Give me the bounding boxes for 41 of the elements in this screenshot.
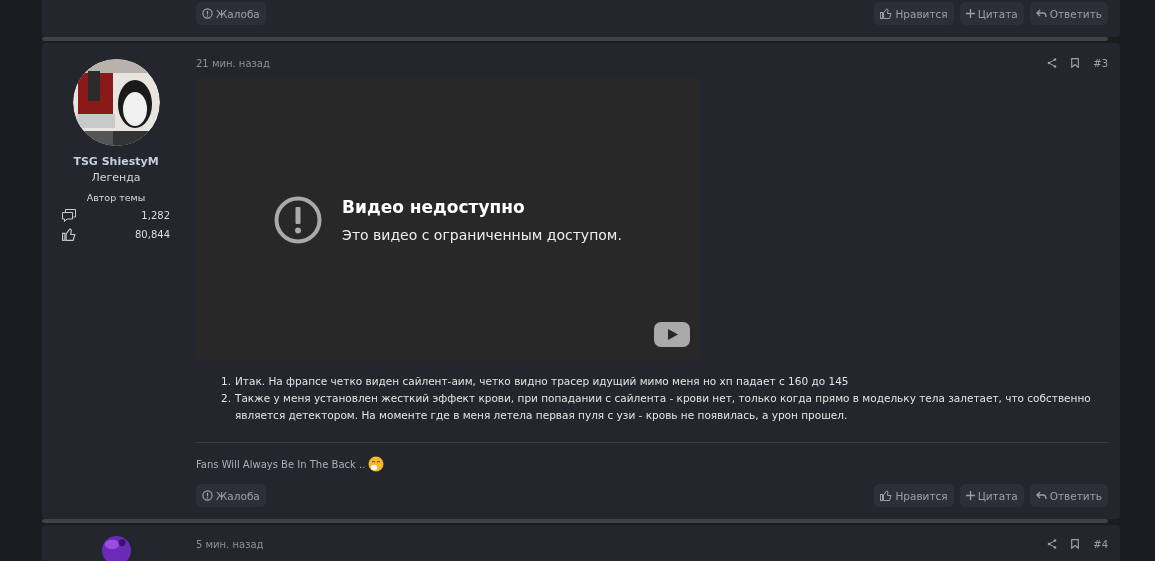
quote-button[interactable]: Цитата	[959, 484, 1024, 507]
list-number: 2.	[221, 391, 231, 406]
bookmark-icon[interactable]	[1071, 539, 1080, 549]
video-title: Видео недоступно	[342, 196, 526, 217]
reply-arrow-icon	[1035, 9, 1047, 18]
alert-icon	[202, 490, 213, 501]
username[interactable]: TSG ShiestyM	[73, 155, 159, 168]
report-button[interactable]: Жалоба	[196, 484, 266, 507]
list-number: 1.	[221, 374, 231, 389]
share-icon[interactable]	[1047, 58, 1058, 68]
list-item: Итак. На фрапсе четко виден сайлент-аим, четко видно трасер идущий мимо меня но хп падает с 160 до 145	[235, 374, 849, 389]
report-button[interactable]: Жалоба	[196, 2, 266, 25]
messages-icon	[62, 209, 76, 222]
quote-button[interactable]: Цитата	[959, 2, 1024, 25]
share-icon[interactable]	[1047, 539, 1058, 549]
post-number[interactable]: #3	[1093, 57, 1108, 69]
author-label: Автор темы	[86, 192, 146, 203]
like-button[interactable]: Нравится	[874, 2, 954, 25]
like-button[interactable]: Нравится	[874, 484, 954, 507]
reply-button[interactable]: Ответить	[1029, 2, 1108, 25]
post-time: 21 мин. назад	[196, 57, 271, 69]
list-item: Также у меня установлен жесткий эффект крови, при попадании с сайлента - крови нет, только когда прямо в модельку тела залетает, что собственно является детектором. На моменте где в меня летела первая пуля с узи - кровь не появилась, а урон прошел.	[235, 391, 1092, 423]
alert-icon	[274, 195, 323, 244]
plus-icon	[965, 491, 975, 500]
post-number[interactable]: #4	[1093, 538, 1108, 550]
thumbs-up-icon	[880, 8, 893, 19]
reply-arrow-icon	[1035, 491, 1047, 500]
plus-icon	[965, 9, 975, 18]
play-logo-icon	[654, 322, 690, 347]
user-rank: Легенда	[91, 171, 141, 184]
video-message: Это видео с ограниченным доступом.	[342, 226, 622, 243]
alert-icon	[202, 8, 213, 19]
thumbs-up-icon	[880, 490, 893, 501]
post-time: 5 мин. назад	[196, 538, 265, 550]
reply-button[interactable]: Ответить	[1029, 484, 1108, 507]
message-count: 1,282	[141, 210, 170, 221]
bookmark-icon[interactable]	[1071, 58, 1080, 68]
reaction-count: 80,844	[135, 229, 170, 240]
emoji-icon	[368, 456, 385, 472]
thumbs-up-icon	[62, 228, 76, 241]
signature: Fans Will Always Be In The Back ..	[196, 458, 366, 470]
